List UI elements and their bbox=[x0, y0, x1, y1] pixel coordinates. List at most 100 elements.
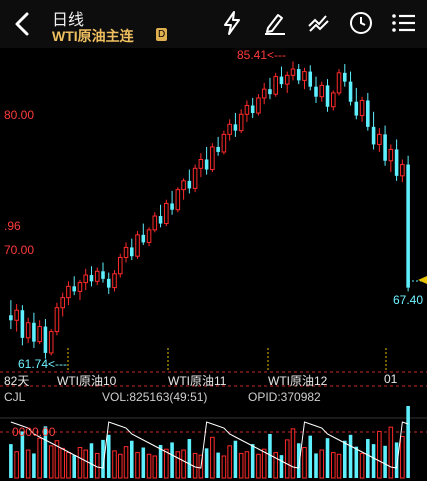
volume-bar bbox=[348, 434, 353, 478]
volume-bar bbox=[9, 444, 13, 478]
volume-bar bbox=[146, 453, 152, 479]
volume-bar bbox=[227, 445, 232, 479]
draw-pen-icon[interactable] bbox=[262, 10, 288, 36]
volume-bar bbox=[112, 450, 117, 479]
lightning-icon[interactable] bbox=[220, 10, 246, 36]
candle-body bbox=[77, 282, 83, 292]
volume-bar bbox=[216, 452, 220, 478]
candle-body bbox=[181, 180, 186, 191]
candle-body bbox=[117, 256, 123, 275]
volume-bar bbox=[48, 445, 54, 479]
top-toolbar: 日线 WTI原油主连 D bbox=[0, 0, 427, 48]
volume-bar bbox=[238, 452, 244, 479]
period-badge: D bbox=[156, 28, 168, 41]
instrument-name[interactable]: WTI原油主连 bbox=[52, 26, 134, 46]
candle-body bbox=[32, 322, 36, 342]
volume-bar bbox=[175, 451, 181, 479]
candle-body bbox=[354, 101, 359, 116]
volume-bar bbox=[279, 455, 284, 478]
volume-bar bbox=[244, 451, 250, 479]
volume-bar bbox=[371, 444, 376, 478]
candle-body bbox=[366, 100, 370, 127]
candle-body bbox=[314, 86, 318, 97]
candle-body bbox=[14, 309, 19, 321]
candle-body bbox=[227, 123, 232, 135]
clock-icon[interactable] bbox=[348, 10, 374, 36]
candle-body bbox=[123, 246, 129, 258]
candle-body bbox=[101, 271, 105, 279]
last-price-marker-icon bbox=[418, 276, 427, 284]
volume-bar bbox=[343, 440, 347, 478]
volume-bar bbox=[83, 449, 89, 479]
volume-bar bbox=[123, 446, 129, 479]
volume-bar bbox=[400, 435, 405, 479]
candle-body bbox=[106, 278, 111, 288]
volume-bar bbox=[354, 446, 359, 478]
price-axis-96: .96 bbox=[4, 219, 21, 233]
candle-body bbox=[210, 146, 215, 171]
contract-roll-markers bbox=[67, 348, 387, 372]
volume-bar bbox=[284, 439, 290, 479]
volume-bar bbox=[308, 435, 313, 478]
candle-body bbox=[204, 159, 209, 170]
candle-body bbox=[330, 92, 336, 108]
volume-axis-label: 0000.00 bbox=[12, 425, 56, 439]
low-price-label: 61.74<--- bbox=[18, 357, 68, 371]
candle-body bbox=[83, 274, 89, 284]
candle-body bbox=[250, 105, 255, 114]
volume-bar bbox=[273, 452, 278, 479]
volume-bar bbox=[170, 442, 174, 478]
candle-body bbox=[37, 326, 42, 343]
menu-list-icon[interactable] bbox=[390, 10, 416, 36]
volume-bar bbox=[250, 444, 255, 478]
candle-body bbox=[141, 234, 146, 243]
price-axis-80: 80.00 bbox=[4, 108, 35, 122]
candle-body bbox=[238, 113, 244, 132]
back-chevron-icon[interactable] bbox=[10, 10, 36, 38]
candle-body bbox=[25, 322, 31, 339]
volume-bar bbox=[66, 452, 71, 479]
candle-body bbox=[400, 164, 405, 177]
volume-bar bbox=[314, 453, 318, 478]
candle-body bbox=[216, 146, 220, 152]
volume-bar bbox=[366, 439, 370, 478]
candle-body bbox=[43, 326, 48, 353]
kline-chart-area[interactable]: 85.41<--- 80.00 .96 70.00 67.40 61.74<--… bbox=[0, 48, 427, 481]
candle-body bbox=[406, 164, 410, 288]
candle-body bbox=[336, 72, 342, 94]
candle-body bbox=[66, 285, 71, 299]
candle-body bbox=[135, 234, 140, 257]
volume-bar bbox=[152, 455, 158, 479]
candle-body bbox=[94, 270, 100, 282]
candles-group bbox=[9, 61, 410, 359]
candle-body bbox=[383, 134, 387, 161]
volume-bar bbox=[14, 451, 19, 479]
volume-bar bbox=[302, 447, 307, 479]
candle-body bbox=[348, 81, 353, 102]
candle-body bbox=[302, 71, 307, 81]
volume-bar bbox=[221, 455, 227, 479]
candle-body bbox=[296, 69, 301, 81]
candle-body bbox=[325, 85, 330, 107]
open-interest-value: OPID:370982 bbox=[248, 390, 321, 404]
indicator-lines-icon[interactable] bbox=[306, 10, 332, 36]
volume-bar bbox=[319, 449, 325, 479]
candle-body bbox=[268, 89, 272, 95]
volume-bar bbox=[233, 440, 238, 478]
candle-body bbox=[273, 76, 278, 95]
candle-body bbox=[158, 216, 163, 224]
candle-body bbox=[394, 149, 399, 176]
volume-bar bbox=[37, 437, 42, 479]
volume-bar bbox=[25, 449, 31, 479]
candle-body bbox=[261, 88, 267, 99]
volume-bar bbox=[210, 436, 215, 479]
contract-label-12: WTI原油12 bbox=[268, 374, 328, 388]
contract-label-01: 01 bbox=[384, 372, 398, 386]
volume-bar bbox=[192, 452, 198, 479]
candlestick-chart[interactable] bbox=[0, 48, 427, 481]
volume-bar bbox=[135, 452, 140, 479]
candle-body bbox=[54, 307, 60, 333]
volume-bar bbox=[359, 452, 365, 479]
volume-indicator-name[interactable]: CJL bbox=[4, 390, 25, 404]
candle-body bbox=[9, 315, 13, 321]
